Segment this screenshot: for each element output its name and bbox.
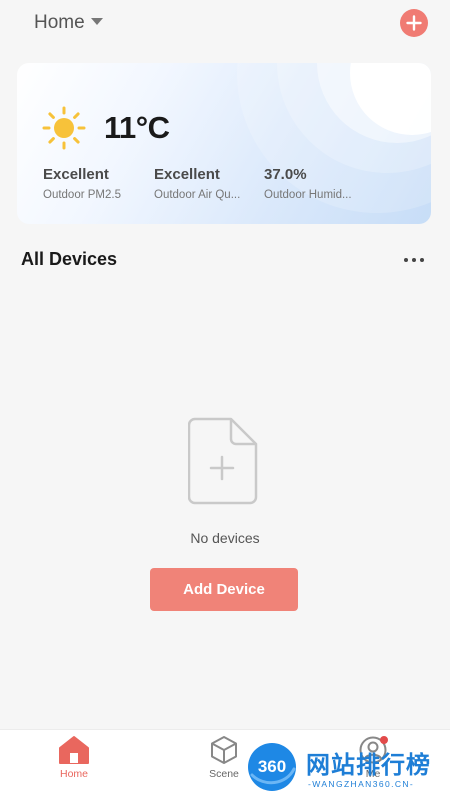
caret-down-icon bbox=[90, 17, 103, 25]
add-button[interactable] bbox=[400, 9, 428, 37]
stat-humidity: 37.0% Outdoor Humid... bbox=[264, 166, 352, 201]
stat-air-quality-value: Excellent bbox=[154, 166, 220, 183]
stat-air-quality: Excellent Outdoor Air Qu... bbox=[154, 166, 240, 201]
sun-icon bbox=[42, 106, 86, 150]
tab-home-label: Home bbox=[59, 768, 88, 780]
watermark-logo-text: 360 bbox=[258, 757, 286, 776]
more-horizontal-icon[interactable] bbox=[402, 256, 426, 264]
home-icon bbox=[59, 736, 89, 764]
all-devices-title: All Devices bbox=[21, 249, 118, 269]
stat-humidity-value: 37.0% bbox=[264, 166, 307, 183]
stat-pm25-value: Excellent bbox=[43, 166, 109, 183]
stat-humidity-label: Outdoor Humid... bbox=[264, 189, 352, 201]
file-add-icon bbox=[188, 417, 258, 505]
stat-air-quality-label: Outdoor Air Qu... bbox=[154, 189, 241, 201]
empty-state-text: No devices bbox=[190, 530, 260, 546]
cube-icon bbox=[211, 736, 237, 764]
home-selector-label: Home bbox=[34, 12, 85, 33]
watermark-overlay: 360 网站排行榜 -WANGZHAN360.CN- bbox=[246, 739, 446, 797]
plus-icon bbox=[406, 15, 422, 31]
stat-pm25-label: Outdoor PM2.5 bbox=[43, 189, 121, 201]
watermark-title: 网站排行榜 bbox=[306, 752, 431, 779]
stat-pm25: Excellent Outdoor PM2.5 bbox=[43, 166, 121, 201]
watermark-logo-icon: 360 bbox=[248, 743, 296, 791]
home-selector[interactable]: Home bbox=[34, 12, 103, 34]
add-device-button[interactable]: Add Device bbox=[150, 568, 298, 611]
top-header: Home bbox=[0, 0, 450, 48]
tab-home[interactable]: Home bbox=[34, 730, 114, 800]
watermark-subtitle: -WANGZHAN360.CN- bbox=[308, 779, 415, 789]
temperature-value: 11°C bbox=[104, 110, 170, 145]
